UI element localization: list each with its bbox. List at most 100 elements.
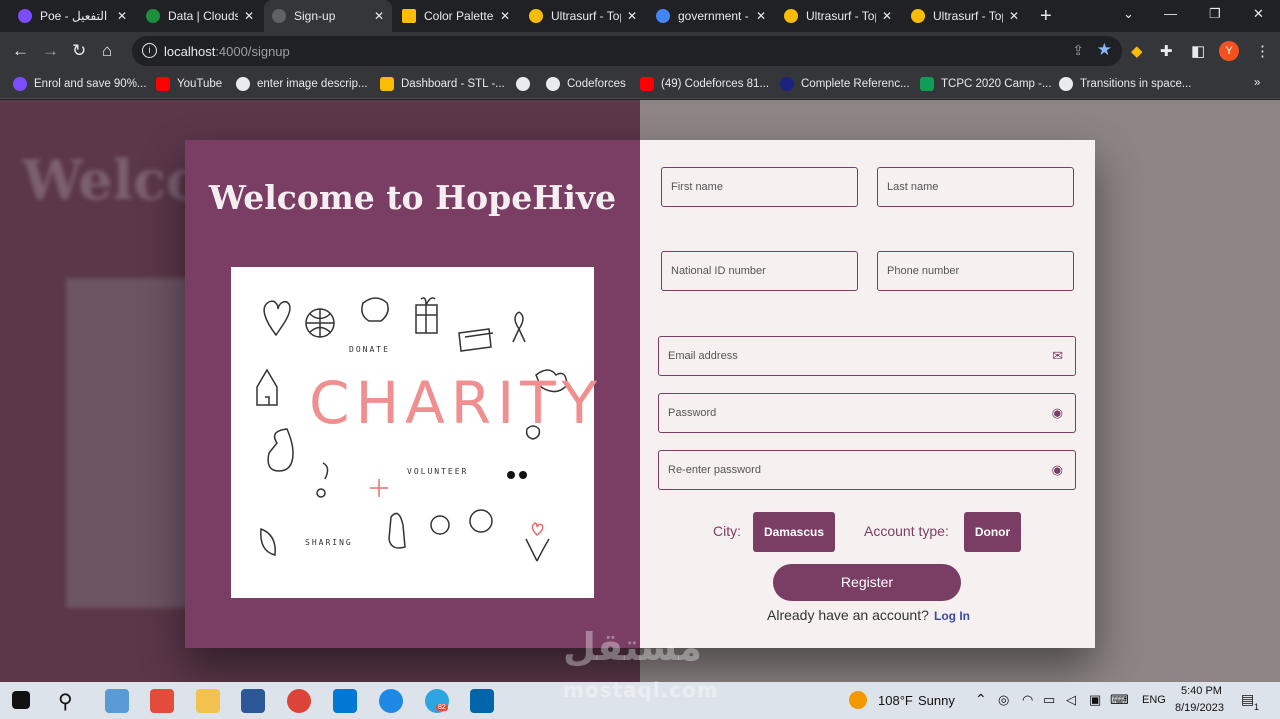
battery-icon[interactable]: ▭ xyxy=(1043,692,1055,708)
close-window-button[interactable]: ✕ xyxy=(1253,6,1264,22)
bookmark-item[interactable]: Enrol and save 90%... xyxy=(13,77,147,91)
eye-icon[interactable]: ◉ xyxy=(1052,451,1063,489)
minimize-button[interactable]: — xyxy=(1164,6,1177,21)
new-tab-button[interactable]: + xyxy=(1040,5,1052,28)
bookmark-item[interactable]: Codeforces xyxy=(546,77,626,91)
close-icon[interactable]: ✕ xyxy=(1009,9,1019,23)
small-heart-doodle xyxy=(531,522,544,536)
tab-ultrasurf-3[interactable]: Ultrasurf - Top ✕ xyxy=(903,0,1027,32)
tab-search-icon[interactable]: ⌄ xyxy=(1123,6,1134,22)
widgets-icon[interactable] xyxy=(150,689,174,713)
home-button[interactable]: ⌂ xyxy=(102,41,112,61)
tab-data-clouds[interactable]: Data | Clouds ✕ xyxy=(138,0,262,32)
page-title: Welcome to HopeHive xyxy=(208,178,617,217)
side-panel-icon[interactable]: ◧ xyxy=(1191,42,1205,60)
close-icon[interactable]: ✕ xyxy=(244,9,254,23)
account-type-select[interactable]: Donor xyxy=(964,512,1021,552)
hands-heart-doodle xyxy=(525,538,550,562)
tab-government[interactable]: government - ✕ xyxy=(648,0,774,32)
reenter-password-field[interactable]: Re-enter password ◉ xyxy=(658,450,1076,490)
restore-button[interactable]: ❐ xyxy=(1209,6,1221,22)
bookmark-item[interactable]: TCPC 2020 Camp -... xyxy=(920,77,1052,91)
close-icon[interactable]: ✕ xyxy=(882,9,892,23)
tab-title: Ultrasurf - Top xyxy=(933,9,1003,23)
envelope-icon: ✉ xyxy=(1052,348,1063,363)
network-icon[interactable]: ◎ xyxy=(998,692,1009,708)
desktop-icon[interactable] xyxy=(105,689,129,713)
bookmark-item[interactable]: YouTube xyxy=(156,77,222,91)
file-explorer-icon[interactable] xyxy=(196,689,220,713)
tab-ultrasurf-1[interactable]: Ultrasurf - Top ✕ xyxy=(521,0,645,32)
already-account-text: Already have an account? xyxy=(767,607,929,623)
ribbon-doodle xyxy=(512,311,526,343)
extension-icon[interactable]: ◆ xyxy=(1131,42,1143,60)
clock-time[interactable]: 5:40 PM xyxy=(1181,685,1222,697)
city-label: City: xyxy=(713,523,741,539)
ultrasurf-icon xyxy=(529,9,543,23)
close-icon[interactable]: ✕ xyxy=(500,9,510,23)
tab-color-palettes[interactable]: Color Palettes ✕ xyxy=(394,0,518,32)
phone-field[interactable]: Phone number xyxy=(877,251,1074,291)
password-field[interactable]: Password ◉ xyxy=(658,393,1076,433)
bookmark-item[interactable] xyxy=(516,77,537,91)
chrome-icon[interactable] xyxy=(287,689,311,713)
tab-title: Color Palettes xyxy=(424,9,494,23)
tab-ultrasurf-2[interactable]: Ultrasurf - Top ✕ xyxy=(776,0,900,32)
sun-icon[interactable] xyxy=(849,691,867,709)
bookmark-star-icon[interactable]: ★ xyxy=(1097,40,1112,60)
edge-icon[interactable] xyxy=(379,689,403,713)
clock-date[interactable]: 8/19/2023 xyxy=(1175,702,1224,714)
first-name-field[interactable]: First name xyxy=(661,167,858,207)
vscode-icon[interactable] xyxy=(470,689,494,713)
notification-icon[interactable]: ▤ xyxy=(1241,691,1254,708)
close-icon[interactable]: ✕ xyxy=(756,9,766,23)
search-icon[interactable]: ⚲ xyxy=(58,689,82,713)
tab-title: Data | Clouds xyxy=(168,9,238,23)
last-name-field[interactable]: Last name xyxy=(877,167,1074,207)
bookmark-item[interactable]: Transitions in space... xyxy=(1059,77,1191,91)
email-field[interactable]: Email address ✉ xyxy=(658,336,1076,376)
bookmark-item[interactable]: Complete Referenc... xyxy=(780,77,910,91)
ultrasurf-icon xyxy=(911,9,925,23)
chevron-up-icon[interactable]: ⌃ xyxy=(975,691,987,708)
share-icon[interactable]: ⇪ xyxy=(1072,42,1084,59)
globe-icon xyxy=(236,77,250,91)
mail-icon[interactable] xyxy=(333,689,357,713)
tab-poe[interactable]: Poe - التفعيل ✕ xyxy=(10,0,135,32)
close-icon[interactable]: ✕ xyxy=(627,9,637,23)
bookmark-item[interactable]: Dashboard - STL -... xyxy=(380,77,505,91)
puzzle-icon[interactable]: ✚ xyxy=(1160,42,1173,60)
back-button[interactable]: ← xyxy=(12,41,29,61)
heart-doodle xyxy=(263,300,291,337)
url-text[interactable]: localhost:4000/signup xyxy=(164,44,290,59)
wifi-icon[interactable]: ◠ xyxy=(1022,692,1033,708)
flower-doodle xyxy=(430,515,450,535)
weather-text[interactable]: Sunny xyxy=(918,693,955,708)
profile-avatar[interactable]: Y xyxy=(1219,41,1239,61)
eye-icon[interactable]: ◉ xyxy=(1052,394,1063,432)
volume-icon[interactable]: ◁ xyxy=(1066,692,1076,708)
device-icon[interactable]: ▣ xyxy=(1089,692,1101,708)
site-info-icon[interactable]: i xyxy=(142,43,157,58)
tab-sign-up[interactable]: Sign-up ✕ xyxy=(264,0,392,32)
login-link[interactable]: Log In xyxy=(934,609,970,623)
store-icon[interactable] xyxy=(241,689,265,713)
temperature[interactable]: 108°F xyxy=(878,693,913,708)
windows-start-icon[interactable] xyxy=(12,691,30,709)
piggy-bank-doodle xyxy=(361,297,389,322)
keyboard-icon[interactable]: ⌨ xyxy=(1110,692,1129,708)
close-icon[interactable]: ✕ xyxy=(374,9,384,23)
bookmarks-overflow-icon[interactable]: » xyxy=(1254,77,1260,89)
bookmark-item[interactable]: (49) Codeforces 81... xyxy=(640,77,769,91)
register-button[interactable]: Register xyxy=(773,564,961,601)
national-id-field[interactable]: National ID number xyxy=(661,251,858,291)
close-icon[interactable]: ✕ xyxy=(117,9,127,23)
reload-button[interactable]: ↻ xyxy=(72,41,86,61)
language-indicator[interactable]: ENG xyxy=(1142,694,1166,706)
menu-icon[interactable]: ⋮ xyxy=(1255,42,1270,60)
city-select[interactable]: Damascus xyxy=(753,512,835,552)
forward-button[interactable]: → xyxy=(42,41,59,61)
address-bar[interactable]: i localhost:4000/signup ⇪ ★ xyxy=(132,36,1122,66)
tab-title: Ultrasurf - Top xyxy=(806,9,876,23)
bookmark-item[interactable]: enter image descrip... xyxy=(236,77,368,91)
